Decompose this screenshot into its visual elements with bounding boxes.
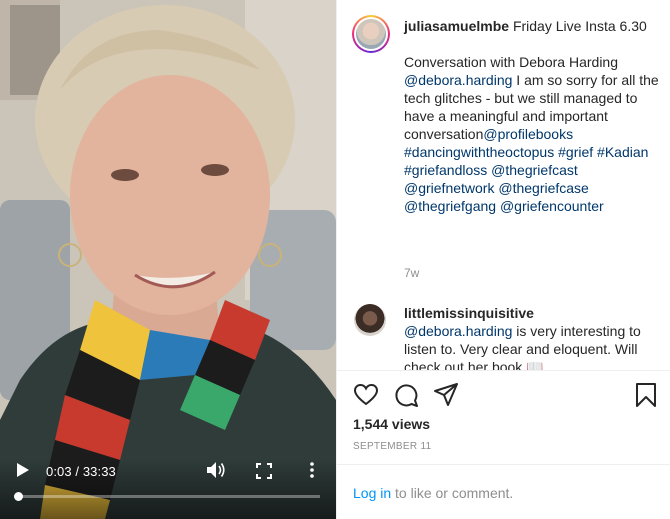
login-prompt-text: Log in to like or comment. <box>353 485 513 501</box>
post-age[interactable]: 7w <box>404 266 419 280</box>
login-suffix: to like or comment. <box>391 485 514 501</box>
post-date[interactable]: SEPTEMBER 11 <box>353 441 431 452</box>
video-time: 0:03 / 33:33 <box>46 464 116 479</box>
caption-hashtag[interactable]: #Kadian <box>597 144 648 160</box>
author-avatar-image <box>356 19 386 49</box>
more-options-icon[interactable] <box>306 461 318 479</box>
book-emoji: 📖 <box>526 359 544 370</box>
caption-mention[interactable]: @debora.harding <box>404 72 512 88</box>
post-actions: 1,544 views SEPTEMBER 11 Log in to like … <box>337 370 670 519</box>
caption-hashtag[interactable]: #dancingwiththeoctopus <box>404 144 554 160</box>
comment-mention[interactable]: @debora.harding <box>404 323 512 339</box>
bookmark-icon[interactable] <box>633 382 659 408</box>
caption-hashtag[interactable]: #grief <box>558 144 593 160</box>
author-avatar[interactable] <box>352 15 390 53</box>
login-link[interactable]: Log in <box>353 485 391 501</box>
video-progress-bar[interactable] <box>14 492 320 501</box>
comment: littlemissinquisitive @debora.harding is… <box>404 304 659 370</box>
caption-hashtag[interactable]: @thegriefcase <box>498 180 588 196</box>
view-count: 1,544 views <box>353 416 431 432</box>
caption-mention-profilebooks[interactable]: @profilebooks <box>483 126 573 142</box>
post-side-panel: juliasamuelmbe Friday Live Insta 6.30 Co… <box>336 0 670 519</box>
caption-hashtag[interactable]: @griefencounter <box>500 198 604 214</box>
volume-icon[interactable] <box>206 461 226 479</box>
video-frame <box>0 0 336 519</box>
paper-plane-icon[interactable] <box>433 382 459 408</box>
commenter-avatar[interactable] <box>354 304 386 336</box>
caption-hashtag[interactable]: @thegriefcast <box>491 162 578 178</box>
caption-hashtag[interactable]: @griefnetwork <box>404 180 494 196</box>
fullscreen-icon[interactable] <box>256 463 272 479</box>
author-username[interactable]: juliasamuelmbe <box>404 18 509 34</box>
post-caption: juliasamuelmbe Friday Live Insta 6.30 Co… <box>404 17 664 215</box>
heart-icon[interactable] <box>353 382 379 408</box>
post-title: Friday Live Insta 6.30 <box>512 18 647 34</box>
comment-bubble-icon[interactable] <box>393 382 419 408</box>
video-player[interactable]: 0:03 / 33:33 <box>0 0 336 519</box>
caption-scroll-area[interactable]: juliasamuelmbe Friday Live Insta 6.30 Co… <box>337 0 670 370</box>
caption-hashtag[interactable]: @thegriefgang <box>404 198 496 214</box>
login-prompt: Log in to like or comment. <box>337 464 670 519</box>
video-progress-handle[interactable] <box>14 492 23 501</box>
caption-intro: Conversation with Debora Harding <box>404 54 618 70</box>
caption-hashtag[interactable]: #griefandloss <box>404 162 487 178</box>
commenter-username[interactable]: littlemissinquisitive <box>404 305 534 321</box>
caption-hashtags: #dancingwiththeoctopus #grief #Kadian #g… <box>404 144 648 214</box>
play-icon[interactable] <box>16 462 30 478</box>
